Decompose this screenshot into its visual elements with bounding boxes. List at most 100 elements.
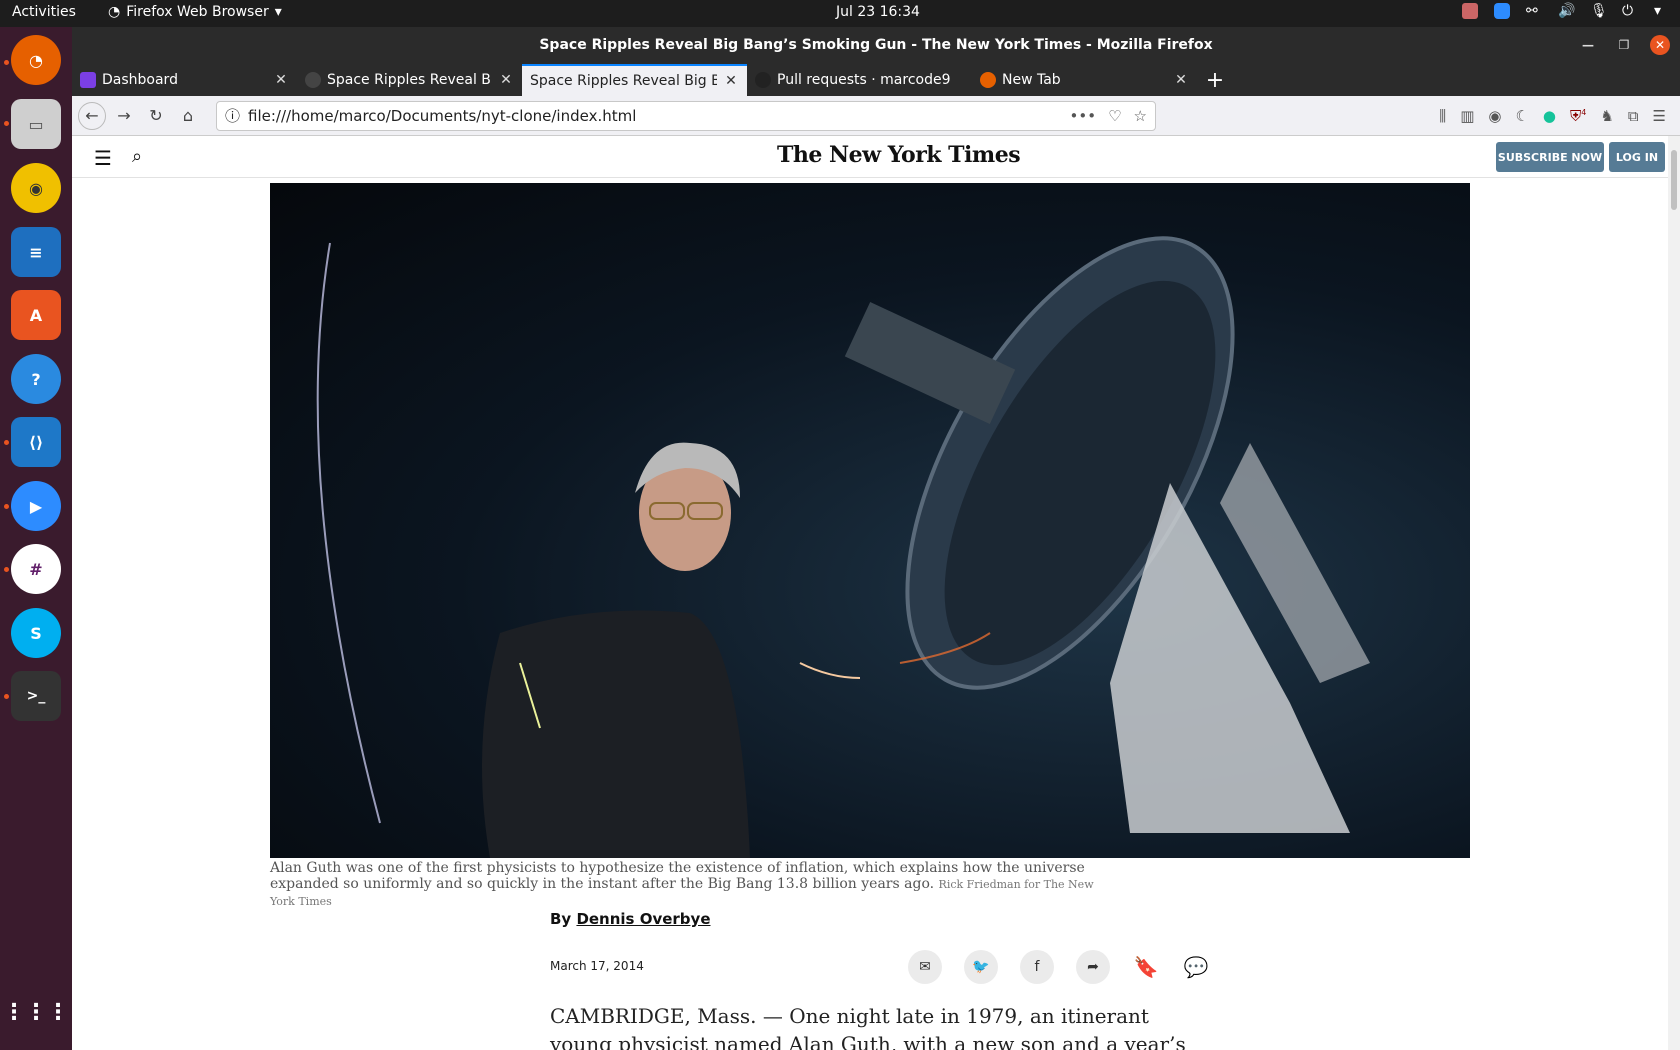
- more-share-icon[interactable]: ➦: [1076, 950, 1110, 984]
- photo-caption: Alan Guth was one of the first physicist…: [270, 860, 1100, 910]
- hamburger-menu-icon[interactable]: ☰: [1653, 107, 1666, 125]
- sidebar-icon[interactable]: ▥: [1460, 107, 1474, 125]
- chevron-down-icon[interactable]: ▾: [1654, 3, 1670, 19]
- tab-new-tab[interactable]: New Tab ✕: [972, 64, 1197, 96]
- github-favicon-icon: [755, 72, 771, 88]
- new-tab-plus-icon[interactable]: +: [1197, 64, 1233, 96]
- maximize-icon[interactable]: ❐: [1614, 35, 1634, 55]
- extensions-icon[interactable]: ⧉: [1628, 107, 1639, 125]
- network-icon[interactable]: ⚯: [1526, 3, 1542, 19]
- url-bar[interactable]: ⓘ file:///home/marco/Documents/nyt-clone…: [216, 100, 1156, 131]
- tab-label: Dashboard: [102, 72, 178, 88]
- chevron-down-icon: ▾: [274, 4, 282, 20]
- tab-pull-requests[interactable]: Pull requests · marcode9: [747, 64, 972, 96]
- comments-icon[interactable]: 💬: [1182, 953, 1210, 981]
- window-title: Space Ripples Reveal Big Bang’s Smoking …: [539, 37, 1213, 53]
- tab-bar: Dashboard ✕ Space Ripples Reveal Big ✕ S…: [72, 64, 1680, 96]
- facebook-share-icon[interactable]: f: [1020, 950, 1054, 984]
- software-icon[interactable]: A: [11, 290, 61, 340]
- web-page: ☰ ⌕ The New York Times SUBSCRIBE NOW LOG…: [72, 136, 1680, 1050]
- tab-label: New Tab: [1002, 72, 1061, 88]
- home-icon[interactable]: ⌂: [174, 102, 202, 130]
- grammarly-icon[interactable]: ●: [1543, 107, 1556, 125]
- app-menu-label: Firefox Web Browser: [126, 4, 269, 20]
- system-tray[interactable]: ⚯ 🔊 🎙 ⏻ ▾: [1462, 3, 1670, 19]
- firefox-icon[interactable]: ◔: [11, 35, 61, 85]
- close-tab-icon[interactable]: ✕: [1173, 72, 1189, 88]
- info-icon[interactable]: ⓘ: [225, 105, 240, 126]
- reload-icon[interactable]: ↻: [142, 102, 170, 130]
- firefox-favicon-icon: [980, 72, 996, 88]
- dashboard-favicon-icon: [80, 72, 96, 88]
- library-icon[interactable]: ⫼: [1439, 107, 1446, 125]
- menu-icon[interactable]: ☰: [94, 146, 112, 170]
- vscode-icon[interactable]: ⟨⟩: [11, 417, 61, 467]
- firefox-window: Space Ripples Reveal Big Bang’s Smoking …: [72, 27, 1680, 1050]
- publish-date: March 17, 2014: [550, 959, 644, 973]
- nyt-header: ☰ ⌕ The New York Times SUBSCRIBE NOW LOG…: [72, 136, 1680, 178]
- search-icon[interactable]: ⌕: [132, 146, 142, 167]
- zoom-tray-icon[interactable]: [1494, 3, 1510, 19]
- nyt-logo[interactable]: The New York Times: [777, 142, 1021, 168]
- rhythmbox-icon[interactable]: ◉: [11, 163, 61, 213]
- account-icon[interactable]: ◉: [1488, 107, 1501, 125]
- show-apps-icon[interactable]: ⋮⋮⋮: [3, 987, 69, 1037]
- tab-nyt-article-1[interactable]: Space Ripples Reveal Big ✕: [297, 64, 522, 96]
- nyt-favicon-icon: [305, 72, 321, 88]
- back-arrow-icon[interactable]: ←: [78, 101, 106, 130]
- pocket-icon[interactable]: ♡: [1108, 107, 1121, 125]
- running-indicator: [4, 60, 9, 65]
- url-text[interactable]: file:///home/marco/Documents/nyt-clone/i…: [248, 107, 1062, 125]
- system-top-bar: Activities ◔ Firefox Web Browser ▾ Jul 2…: [0, 0, 1680, 27]
- subscribe-button[interactable]: SUBSCRIBE NOW: [1496, 142, 1604, 172]
- login-button[interactable]: LOG IN: [1609, 142, 1665, 172]
- firefox-small-icon: ◔: [108, 4, 121, 20]
- close-tab-icon[interactable]: ✕: [498, 72, 514, 88]
- evernote-icon[interactable]: ♞: [1600, 107, 1613, 125]
- skype-icon[interactable]: S: [11, 608, 61, 658]
- forward-arrow-icon[interactable]: →: [110, 102, 138, 130]
- writer-icon[interactable]: ≡: [11, 227, 61, 277]
- running-indicator: [4, 694, 9, 699]
- title-bar: Space Ripples Reveal Big Bang’s Smoking …: [72, 27, 1680, 64]
- byline-prefix: By: [550, 910, 577, 928]
- files-icon[interactable]: ▭: [11, 99, 61, 149]
- microphone-icon[interactable]: 🎙: [1590, 3, 1608, 19]
- clock[interactable]: Jul 23 16:34: [836, 4, 920, 20]
- bookmark-icon[interactable]: 🔖: [1132, 953, 1160, 981]
- scrollbar-thumb[interactable]: [1671, 150, 1677, 210]
- page-scrollbar[interactable]: [1668, 136, 1680, 1050]
- page-actions-icon[interactable]: •••: [1070, 107, 1097, 125]
- close-tab-icon[interactable]: ✕: [723, 73, 739, 89]
- article-hero-image: [270, 183, 1470, 858]
- bookmark-star-icon[interactable]: ☆: [1134, 107, 1147, 125]
- email-share-icon[interactable]: ✉: [908, 950, 942, 984]
- volume-icon[interactable]: 🔊: [1558, 3, 1575, 19]
- zoom-icon[interactable]: ▶: [11, 481, 61, 531]
- dock: ◔ ▭ ◉ ≡ A ? ⟨⟩ ▶ # S >_ ⋮⋮⋮: [0, 27, 72, 1050]
- power-icon[interactable]: ⏻: [1622, 3, 1638, 19]
- minimize-icon[interactable]: —: [1578, 35, 1598, 55]
- running-indicator: [4, 121, 9, 126]
- slack-icon[interactable]: #: [11, 544, 61, 594]
- activities-button[interactable]: Activities: [12, 4, 76, 20]
- tab-label: Space Ripples Reveal Big: [327, 72, 492, 88]
- tab-nyt-article-2[interactable]: Space Ripples Reveal Big Ba ✕: [522, 64, 747, 96]
- extension-crescent-icon[interactable]: ☾: [1515, 107, 1528, 125]
- running-indicator: [4, 504, 9, 509]
- slack-tray-icon[interactable]: [1462, 3, 1478, 19]
- byline: By Dennis Overbye: [550, 910, 711, 928]
- telescope-photo: [316, 236, 1370, 858]
- help-icon[interactable]: ?: [11, 354, 61, 404]
- tab-label: Space Ripples Reveal Big Ba: [530, 73, 717, 89]
- ublock-icon[interactable]: ⛨4: [1570, 107, 1586, 125]
- author-link[interactable]: Dennis Overbye: [576, 910, 710, 928]
- twitter-share-icon[interactable]: 🐦: [964, 950, 998, 984]
- share-tools: ✉ 🐦 f ➦ 🔖 💬: [908, 950, 1210, 984]
- close-tab-icon[interactable]: ✕: [273, 72, 289, 88]
- terminal-icon[interactable]: >_: [11, 671, 61, 721]
- navigation-bar: ← → ↻ ⌂ ⓘ file:///home/marco/Documents/n…: [72, 96, 1680, 136]
- close-icon[interactable]: ✕: [1650, 35, 1670, 55]
- tab-dashboard[interactable]: Dashboard ✕: [72, 64, 297, 96]
- app-menu[interactable]: ◔ Firefox Web Browser ▾: [108, 4, 282, 20]
